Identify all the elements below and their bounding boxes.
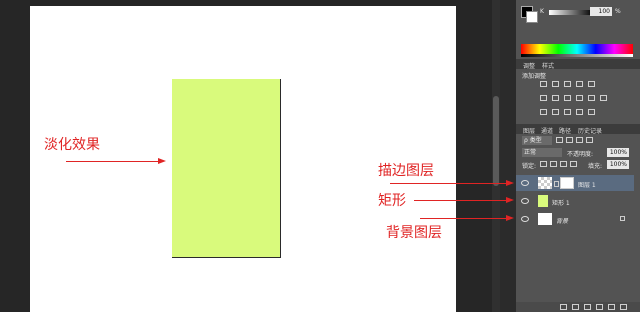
posterize-icon[interactable]: [552, 109, 559, 115]
channel-mixer-icon[interactable]: [588, 95, 595, 101]
layer-row-background[interactable]: 背景: [516, 211, 634, 227]
arrow-right-icon: [506, 215, 514, 221]
add-mask-icon[interactable]: [584, 304, 591, 310]
tab-styles[interactable]: 样式: [542, 61, 554, 70]
annotation-fade-effect: 淡化效果: [44, 137, 100, 153]
exposure-icon[interactable]: [576, 81, 583, 87]
fill-field[interactable]: 100%: [607, 160, 629, 169]
color-unit-label: %: [615, 8, 621, 15]
link-layers-icon[interactable]: [560, 304, 567, 310]
panel-gutter: [500, 0, 516, 312]
lock-all-icon[interactable]: [570, 161, 577, 167]
color-spectrum-ramp[interactable]: [521, 44, 633, 54]
annotation-arrow-line: [420, 218, 508, 219]
tab-layers[interactable]: 图层: [523, 126, 535, 135]
color-channel-label: K: [540, 8, 544, 15]
fx-icon[interactable]: [572, 304, 579, 310]
filter-shape-icon[interactable]: [586, 137, 593, 143]
black-white-icon[interactable]: [564, 95, 571, 101]
eye-icon[interactable]: [521, 198, 529, 204]
layer-row-layer1[interactable]: 图层 1: [516, 175, 634, 191]
color-slider[interactable]: [549, 10, 593, 15]
annotation-arrow-line: [66, 161, 160, 162]
rectangle-shape[interactable]: [172, 79, 281, 258]
new-fill-layer-icon[interactable]: [596, 304, 603, 310]
layer-name[interactable]: 图层 1: [578, 180, 596, 189]
layer-row-rectangle1[interactable]: 矩形 1: [516, 193, 634, 209]
background-color-swatch[interactable]: [526, 11, 538, 23]
tab-history[interactable]: 历史记录: [578, 126, 602, 135]
color-lookup-icon[interactable]: [600, 95, 607, 101]
layer-name[interactable]: 背景: [556, 216, 568, 225]
fill-label: 填充:: [588, 163, 603, 170]
arrow-right-icon: [158, 158, 166, 164]
opacity-label: 不透明度:: [567, 151, 594, 158]
tab-channels[interactable]: 通道: [541, 126, 553, 135]
lock-image-icon[interactable]: [550, 161, 557, 167]
layer-kind-filter[interactable]: ρ 类型: [522, 136, 552, 145]
scrollbar-thumb[interactable]: [493, 96, 499, 186]
filter-type-icon[interactable]: [576, 137, 583, 143]
threshold-icon[interactable]: [564, 109, 571, 115]
arrow-right-icon: [506, 180, 514, 186]
trash-icon[interactable]: [620, 304, 627, 310]
filter-pixel-icon[interactable]: [556, 137, 563, 143]
adjustments-subtitle: 添加调整: [522, 73, 547, 80]
color-value-field[interactable]: 100: [590, 7, 612, 16]
filter-adjustment-icon[interactable]: [566, 137, 573, 143]
selective-color-icon[interactable]: [588, 109, 595, 115]
curves-icon[interactable]: [564, 81, 571, 87]
brightness-icon[interactable]: [540, 81, 547, 87]
color-balance-icon[interactable]: [552, 95, 559, 101]
vibrance-icon[interactable]: [588, 81, 595, 87]
layer-mask-thumbnail[interactable]: [560, 177, 574, 189]
blend-mode-select[interactable]: 正常: [522, 148, 562, 157]
eye-icon[interactable]: [521, 216, 529, 222]
hue-saturation-icon[interactable]: [540, 95, 547, 101]
grayscale-ramp[interactable]: [521, 54, 633, 57]
eye-icon[interactable]: [521, 180, 529, 186]
opacity-field[interactable]: 100%: [607, 148, 629, 157]
layer-name[interactable]: 矩形 1: [552, 198, 570, 207]
lock-icon: [620, 216, 625, 221]
layer-thumbnail: [538, 195, 548, 207]
arrow-right-icon: [506, 197, 514, 203]
annotation-rectangle: 矩形: [378, 193, 406, 209]
new-group-icon[interactable]: [608, 304, 615, 310]
photo-filter-icon[interactable]: [576, 95, 583, 101]
annotation-background-layer: 背景图层: [386, 225, 442, 241]
invert-icon[interactable]: [540, 109, 547, 115]
lock-transparency-icon[interactable]: [540, 161, 547, 167]
annotation-arrow-line: [390, 183, 508, 184]
lock-label: 锁定:: [522, 163, 537, 170]
layer-thumbnail: [538, 177, 552, 189]
layer-thumbnail: [538, 213, 552, 225]
annotation-stroke-layer: 描边图层: [378, 163, 434, 179]
gradient-map-icon[interactable]: [576, 109, 583, 115]
lock-position-icon[interactable]: [560, 161, 567, 167]
tab-adjustments[interactable]: 调整: [523, 61, 535, 70]
levels-icon[interactable]: [552, 81, 559, 87]
annotation-arrow-line: [414, 200, 508, 201]
chain-link-icon[interactable]: [554, 181, 559, 187]
tab-paths[interactable]: 路径: [559, 126, 571, 135]
